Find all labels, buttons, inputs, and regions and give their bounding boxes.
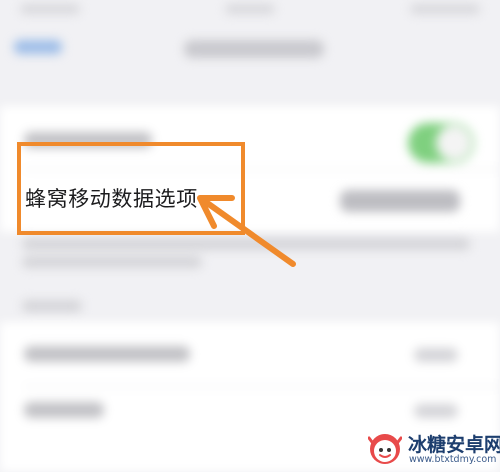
pointer-arrow-icon bbox=[197, 195, 296, 267]
candy-face-icon bbox=[368, 434, 402, 464]
watermark-url: www.btxtdmy.com bbox=[409, 454, 497, 465]
watermark: 冰糖安卓网 www.btxtdmy.com bbox=[368, 428, 500, 470]
watermark-name: 冰糖安卓网 bbox=[408, 434, 500, 456]
settings-screen: 蜂窝移动数据选项 冰糖安卓网 www.btxtdmy.com bbox=[0, 0, 500, 472]
